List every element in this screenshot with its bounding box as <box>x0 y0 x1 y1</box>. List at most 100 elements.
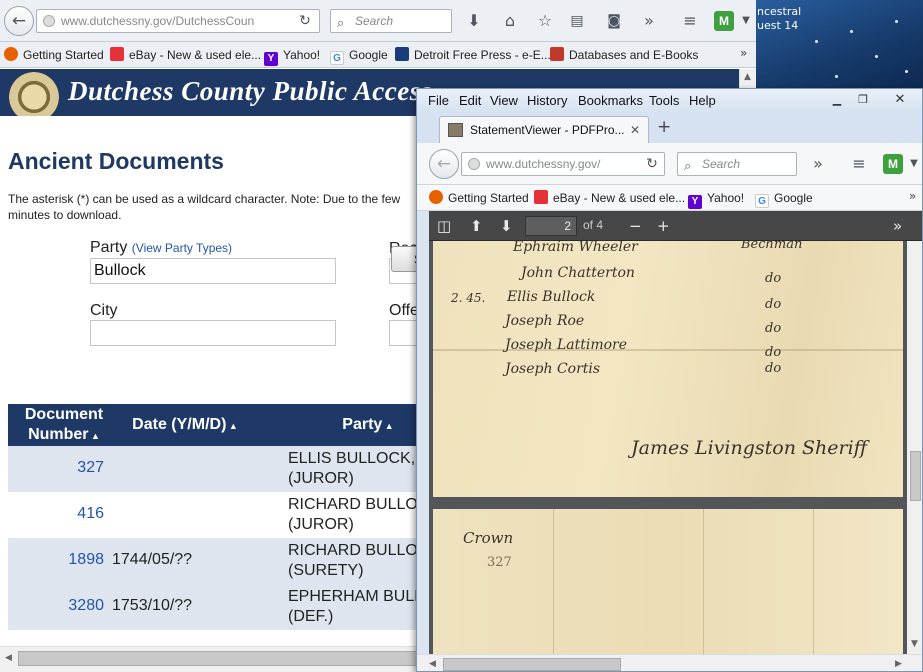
pdf-page-2: Bechman Ephraim Wheeler John Chatterton … <box>433 241 903 497</box>
menu-icon[interactable]: ≡ <box>679 10 701 32</box>
menu-view[interactable]: View <box>490 93 518 108</box>
menu-icon[interactable]: ≡ <box>848 153 870 175</box>
reading-list-icon[interactable]: ▤ <box>566 10 588 32</box>
previous-page-icon[interactable]: ⬆ <box>470 216 483 236</box>
bookmark-detroit-free-press[interactable]: Detroit Free Press - e-E... <box>395 47 551 63</box>
header-text: Number <box>28 426 89 443</box>
desktop-icon-label[interactable]: ncestral <box>757 5 801 18</box>
bookmark-google[interactable]: G Google <box>330 47 388 65</box>
addon-icon[interactable]: M <box>714 11 734 31</box>
scroll-left-icon[interactable]: ◀ <box>429 659 436 669</box>
databases-icon <box>550 47 564 61</box>
party-name: RICHARD BULLOC <box>288 542 430 559</box>
party-name: EPHERHAM BULL <box>288 588 424 605</box>
bookmark-ebay[interactable]: eBay - New & used ele... <box>110 47 261 63</box>
restore-icon[interactable]: ❐ <box>850 92 876 108</box>
menu-history[interactable]: History <box>527 93 567 108</box>
party-cell: RICHARD BULLOC (JUROR) <box>288 495 429 535</box>
google-icon: G <box>330 51 344 65</box>
addon-icon[interactable]: M <box>883 154 903 174</box>
party-role: (JUROR) <box>288 470 354 487</box>
zoom-in-icon[interactable]: + <box>657 216 670 236</box>
bookmark-yahoo[interactable]: Y Yahoo! <box>688 190 744 209</box>
city-field[interactable] <box>90 320 336 346</box>
county-seal-logo[interactable] <box>9 72 59 122</box>
url-bar[interactable]: www.dutchessny.gov/ <box>461 152 665 176</box>
menu-help[interactable]: Help <box>689 93 716 108</box>
bookmark-label: Google <box>349 48 388 62</box>
zoom-out-icon[interactable]: − <box>629 216 642 236</box>
tools-overflow-icon[interactable]: » <box>893 216 902 236</box>
bookmark-databases[interactable]: Databases and E-Books <box>550 47 698 63</box>
table-row: 1898 1744/05/?? RICHARD BULLOC (SURETY) <box>8 538 430 584</box>
minimize-icon[interactable]: ▁ <box>824 92 850 108</box>
site-title: Dutchess County Public Access <box>68 76 432 106</box>
close-window-icon[interactable]: ✕ <box>887 92 913 108</box>
sort-asc-icon: ▲ <box>88 431 100 441</box>
header-text: Party <box>342 416 383 433</box>
party-role: (DEF.) <box>288 608 334 625</box>
manuscript-text: Bechman <box>741 241 803 252</box>
page-number-input[interactable]: 2 <box>525 216 577 236</box>
bookmarks-overflow-icon[interactable]: » <box>740 46 747 60</box>
bookmark-getting-started[interactable]: Getting Started <box>429 190 529 206</box>
ebay-icon <box>534 190 548 204</box>
scroll-left-icon[interactable]: ◀ <box>5 653 12 663</box>
vertical-scrollbar[interactable]: ▼ <box>907 241 922 654</box>
document-number-link[interactable]: 416 <box>77 505 104 523</box>
desktop-icon-label[interactable]: uest 14 <box>757 19 798 32</box>
tab-statement-viewer[interactable]: StatementViewer - PDFPro... ✕ <box>439 116 649 143</box>
pdf-viewer[interactable]: Bechman Ephraim Wheeler John Chatterton … <box>429 241 907 654</box>
menu-bookmarks[interactable]: Bookmarks <box>578 93 643 108</box>
column-party[interactable]: Party ▲ <box>308 415 428 436</box>
home-icon[interactable]: ⌂ <box>499 10 521 32</box>
tab-strip: StatementViewer - PDFPro... ✕ + <box>417 113 922 143</box>
menu-edit[interactable]: Edit <box>459 93 481 108</box>
ditto-mark: do <box>765 321 782 336</box>
bookmark-star-icon[interactable]: ☆ <box>534 10 556 32</box>
view-party-types-link[interactable]: (View Party Types) <box>132 241 232 255</box>
addon-dropdown-icon[interactable]: ▼ <box>903 153 922 175</box>
url-bar[interactable]: www.dutchessny.gov/DutchessCoun <box>36 9 320 33</box>
manuscript-name: Ephraim Wheeler <box>513 241 638 255</box>
back-arrow-icon[interactable]: ← <box>429 149 459 179</box>
bookmark-yahoo[interactable]: Y Yahoo! <box>264 47 320 66</box>
overflow-chevron-icon[interactable]: » <box>638 10 660 32</box>
overflow-chevron-icon[interactable]: » <box>807 153 829 175</box>
sidebar-toggle-icon[interactable]: ◫ <box>437 216 451 236</box>
search-input[interactable]: ⌕ Search <box>677 152 797 176</box>
back-arrow-icon[interactable]: ← <box>4 6 34 36</box>
scroll-down-icon[interactable]: ▼ <box>911 639 918 649</box>
search-placeholder: Search <box>355 14 394 28</box>
bookmark-label: Google <box>774 191 813 205</box>
column-document-number[interactable]: Document Number ▲ <box>8 405 120 446</box>
bookmark-getting-started[interactable]: Getting Started <box>4 47 104 63</box>
party-field[interactable]: Bullock <box>90 258 336 284</box>
scroll-thumb[interactable] <box>910 451 921 501</box>
close-tab-icon[interactable]: ✕ <box>630 117 640 143</box>
scroll-up-icon[interactable]: ▲ <box>744 72 751 82</box>
download-icon[interactable]: ⬇ <box>463 10 485 32</box>
horizontal-scrollbar[interactable]: ◀ ▶ <box>417 654 922 671</box>
new-tab-icon[interactable]: + <box>657 117 671 137</box>
firefox-icon <box>4 47 18 61</box>
document-number-link[interactable]: 327 <box>77 459 104 477</box>
bookmark-ebay[interactable]: eBay - New & used ele... <box>534 190 685 206</box>
document-number-link[interactable]: 1898 <box>68 551 104 569</box>
scroll-thumb[interactable] <box>443 658 621 671</box>
bookmarks-overflow-icon[interactable]: » <box>909 189 916 203</box>
addon-dropdown-icon[interactable]: ▼ <box>735 10 756 32</box>
scroll-right-icon[interactable]: ▶ <box>895 659 902 669</box>
document-number-link[interactable]: 3280 <box>68 597 104 615</box>
next-page-icon[interactable]: ⬇ <box>500 216 513 236</box>
column-date[interactable]: Date (Y/M/D) ▲ <box>120 415 250 436</box>
pocket-icon[interactable]: ◙ <box>603 10 625 32</box>
menu-file[interactable]: File <box>428 93 449 108</box>
search-input[interactable]: ⌕ Search <box>330 9 452 33</box>
bookmark-label: Detroit Free Press - e-E... <box>414 48 551 62</box>
reload-icon[interactable]: ↻ <box>641 153 663 175</box>
pdf-tab-icon <box>448 123 463 137</box>
menu-tools[interactable]: Tools <box>649 93 679 108</box>
bookmark-google[interactable]: G Google <box>755 190 813 208</box>
reload-icon[interactable]: ↻ <box>294 10 316 32</box>
